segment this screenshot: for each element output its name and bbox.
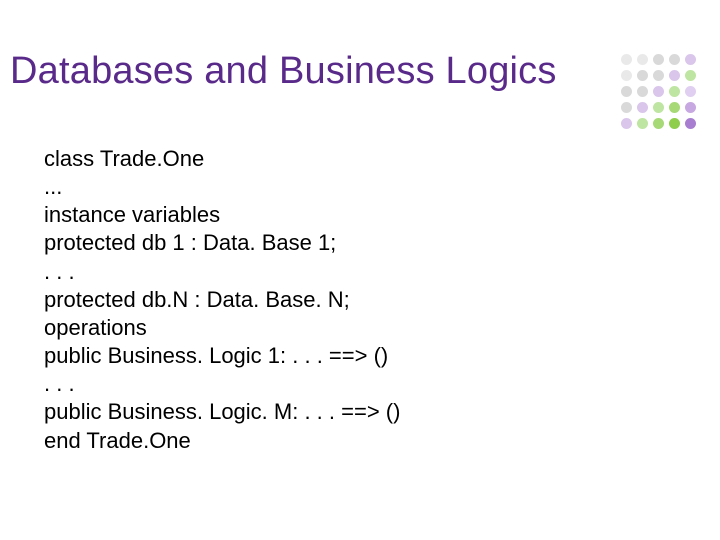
dot-icon xyxy=(685,102,696,113)
dot-icon xyxy=(637,118,648,129)
dot-icon xyxy=(637,70,648,81)
code-line: protected db.N : Data. Base. N; xyxy=(44,286,400,314)
dot-icon xyxy=(669,102,680,113)
slide: Databases and Business Logics class Trad… xyxy=(0,0,720,540)
code-line: class Trade.One xyxy=(44,145,400,173)
code-line: public Business. Logic 1: . . . ==> () xyxy=(44,342,400,370)
code-line: ... xyxy=(44,173,400,201)
dot-icon xyxy=(669,54,680,65)
dot-icon xyxy=(637,102,648,113)
slide-title: Databases and Business Logics xyxy=(10,50,557,93)
code-line: . . . xyxy=(44,370,400,398)
code-line: end Trade.One xyxy=(44,427,400,455)
dot-icon xyxy=(653,70,664,81)
code-block: class Trade.One ... instance variables p… xyxy=(44,145,400,455)
dot-icon xyxy=(653,86,664,97)
dot-icon xyxy=(653,102,664,113)
dot-icon xyxy=(685,118,696,129)
dot-icon xyxy=(621,118,632,129)
dot-icon xyxy=(669,70,680,81)
code-line: public Business. Logic. M: . . . ==> () xyxy=(44,398,400,426)
dot-icon xyxy=(637,54,648,65)
code-line: instance variables xyxy=(44,201,400,229)
dot-icon xyxy=(621,54,632,65)
dot-icon xyxy=(621,70,632,81)
dot-icon xyxy=(685,70,696,81)
dot-icon xyxy=(653,118,664,129)
corner-dots-icon xyxy=(621,54,698,131)
code-line: operations xyxy=(44,314,400,342)
dot-icon xyxy=(669,118,680,129)
dot-icon xyxy=(685,54,696,65)
dot-icon xyxy=(669,86,680,97)
dot-icon xyxy=(621,86,632,97)
dot-icon xyxy=(621,102,632,113)
code-line: protected db 1 : Data. Base 1; xyxy=(44,229,400,257)
dot-icon xyxy=(685,86,696,97)
dot-icon xyxy=(637,86,648,97)
dot-icon xyxy=(653,54,664,65)
code-line: . . . xyxy=(44,258,400,286)
